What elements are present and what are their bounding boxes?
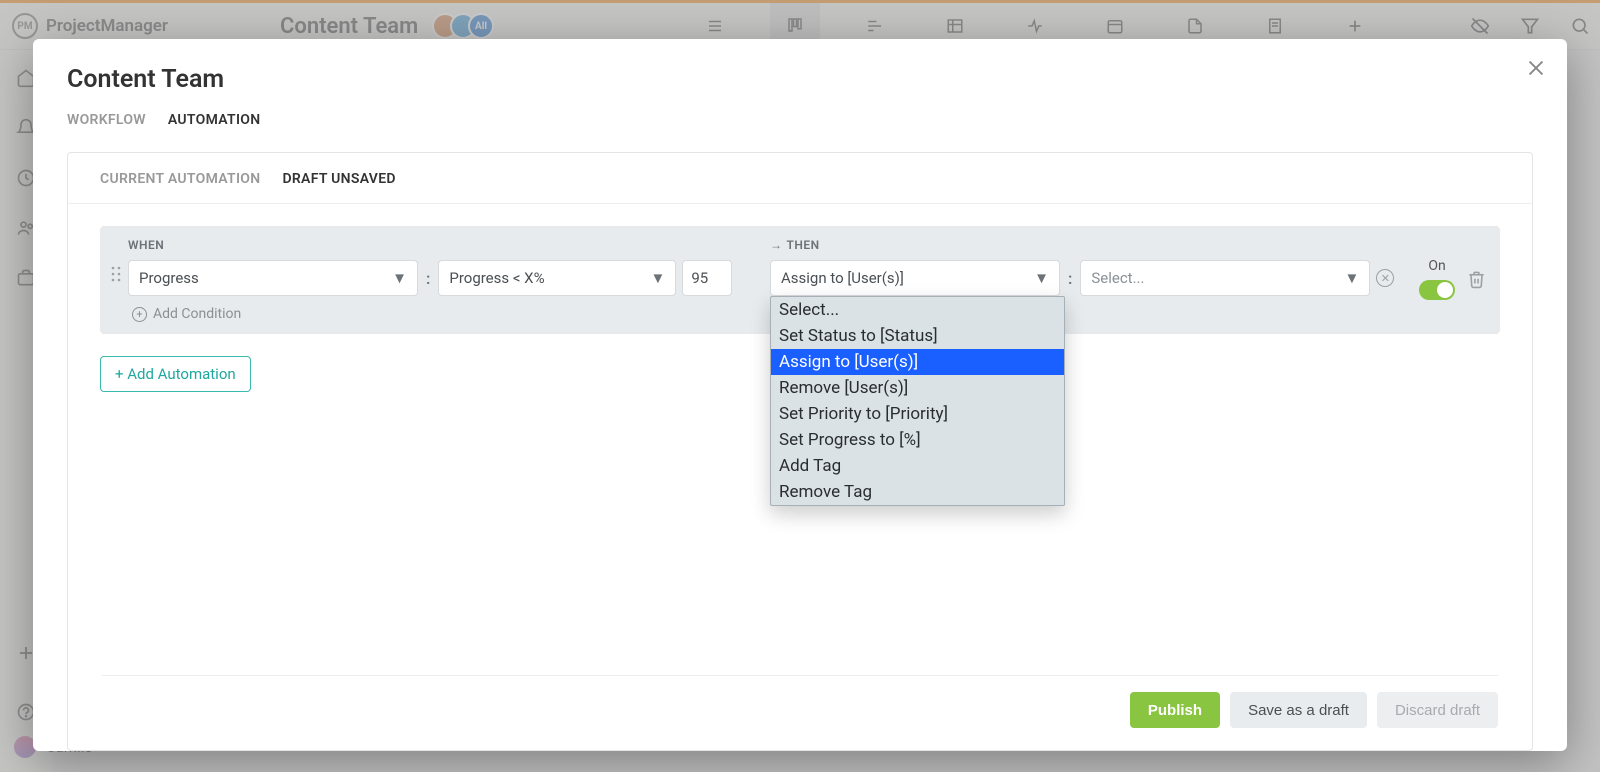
- arrow-right-icon: →: [770, 238, 783, 252]
- action-dropdown: Select...Set Status to [Status]Assign to…: [770, 296, 1065, 506]
- tab-workflow[interactable]: WORKFLOW: [67, 112, 146, 138]
- condition-operator-value: Progress < X%: [449, 269, 544, 287]
- drag-handle-icon[interactable]: [110, 238, 122, 282]
- dropdown-option[interactable]: Set Progress to [%]: [771, 427, 1064, 453]
- dropdown-option[interactable]: Set Priority to [Priority]: [771, 401, 1064, 427]
- action-field-value: Assign to [User(s)]: [781, 269, 904, 287]
- tab-draft-unsaved[interactable]: DRAFT UNSAVED: [282, 171, 395, 187]
- separator: :: [424, 269, 432, 288]
- dropdown-option[interactable]: Remove Tag: [771, 479, 1064, 505]
- tab-current-automation[interactable]: CURRENT AUTOMATION: [100, 171, 260, 187]
- add-condition-button[interactable]: + Add Condition: [132, 306, 768, 322]
- dropdown-option[interactable]: Assign to [User(s)]: [771, 349, 1064, 375]
- trigger-field-select[interactable]: Progress ▼: [128, 260, 418, 296]
- dropdown-option[interactable]: Select...: [771, 297, 1064, 323]
- chevron-down-icon: ▼: [1034, 269, 1049, 287]
- separator: :: [1066, 269, 1074, 288]
- toggle-label: On: [1428, 258, 1445, 274]
- chevron-down-icon: ▼: [1345, 269, 1360, 287]
- when-label: WHEN: [128, 238, 768, 252]
- chevron-down-icon: ▼: [651, 269, 666, 287]
- publish-button[interactable]: Publish: [1130, 692, 1220, 728]
- modal-tabs: WORKFLOW AUTOMATION: [67, 112, 1533, 138]
- automation-rule: WHEN Progress ▼ : Progress < X% ▼: [100, 226, 1500, 334]
- automation-panel: CURRENT AUTOMATION DRAFT UNSAVED WHEN Pr…: [67, 152, 1533, 751]
- delete-rule-button[interactable]: [1467, 270, 1486, 289]
- action-target-select[interactable]: Select... ▼: [1080, 260, 1370, 296]
- trigger-field-value: Progress: [139, 269, 199, 287]
- action-field-select[interactable]: Assign to [User(s)] ▼: [770, 260, 1060, 296]
- chevron-down-icon: ▼: [392, 269, 407, 287]
- add-automation-button[interactable]: + Add Automation: [100, 356, 251, 392]
- rule-toggle[interactable]: On: [1419, 258, 1455, 300]
- discard-draft-button[interactable]: Discard draft: [1377, 692, 1498, 728]
- save-draft-button[interactable]: Save as a draft: [1230, 692, 1367, 728]
- tab-automation[interactable]: AUTOMATION: [168, 112, 261, 138]
- then-label: THEN: [787, 238, 820, 252]
- plus-circle-icon: +: [132, 307, 147, 322]
- modal-title: Content Team: [67, 65, 1533, 94]
- close-button[interactable]: [1525, 57, 1549, 81]
- condition-operator-select[interactable]: Progress < X% ▼: [438, 260, 676, 296]
- dropdown-option[interactable]: Set Status to [Status]: [771, 323, 1064, 349]
- condition-value-input[interactable]: 95: [682, 260, 732, 296]
- dropdown-option[interactable]: Remove [User(s)]: [771, 375, 1064, 401]
- dropdown-option[interactable]: Add Tag: [771, 453, 1064, 479]
- toggle-switch[interactable]: [1419, 280, 1455, 300]
- modal-footer: Publish Save as a draft Discard draft: [102, 675, 1498, 750]
- clear-action-button[interactable]: ✕: [1376, 269, 1394, 287]
- panel-tabs: CURRENT AUTOMATION DRAFT UNSAVED: [68, 153, 1532, 204]
- automation-modal: Content Team WORKFLOW AUTOMATION CURRENT…: [33, 39, 1567, 751]
- action-target-placeholder: Select...: [1091, 269, 1144, 287]
